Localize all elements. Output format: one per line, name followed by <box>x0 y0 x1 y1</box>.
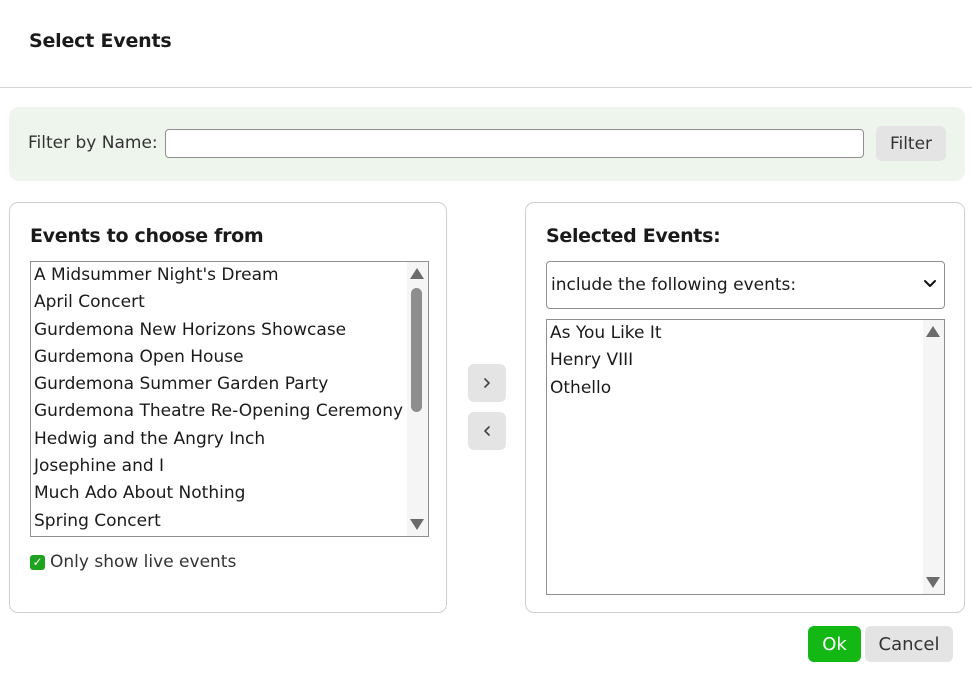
list-item[interactable]: Gurdemona Open House <box>31 344 428 371</box>
list-item[interactable]: As You Like It <box>547 320 944 347</box>
list-item[interactable]: Gurdemona New Horizons Showcase <box>31 317 428 344</box>
list-item[interactable]: Gurdemona Theatre Re-Opening Ceremony <box>31 398 428 425</box>
list-item[interactable]: Josephine and I <box>31 453 428 480</box>
scroll-up-arrow-icon[interactable] <box>926 326 940 337</box>
selected-list-scrollbar[interactable] <box>923 320 944 594</box>
list-item[interactable]: Spring Concert <box>31 508 428 535</box>
chevron-left-icon <box>484 426 490 436</box>
add-event-button[interactable] <box>468 364 506 402</box>
list-item[interactable]: A Midsummer Night's Dream <box>31 262 428 289</box>
selected-events-title: Selected Events: <box>546 225 721 247</box>
live-events-option[interactable]: ✓ Only show live events <box>30 552 236 572</box>
filter-button[interactable]: Filter <box>876 126 946 161</box>
live-events-label: Only show live events <box>50 552 237 572</box>
remove-event-button[interactable] <box>468 412 506 450</box>
event-mode-select[interactable]: include the following events: <box>546 261 945 309</box>
live-events-checkbox[interactable]: ✓ <box>30 554 45 570</box>
list-item[interactable]: Hedwig and the Angry Inch <box>31 426 428 453</box>
filter-label: Filter by Name: <box>28 133 158 153</box>
filter-bar: Filter by Name: Filter <box>9 107 965 181</box>
event-mode-value: include the following events: <box>551 275 797 295</box>
available-list-scrollbar[interactable] <box>407 262 428 536</box>
dialog-header: Select Events <box>0 0 972 88</box>
scroll-thumb[interactable] <box>411 288 422 412</box>
selected-events-panel: Selected Events: include the following e… <box>525 202 965 613</box>
available-events-list[interactable]: A Midsummer Night's Dream April Concert … <box>30 261 429 537</box>
scroll-down-arrow-icon[interactable] <box>410 519 424 530</box>
list-item[interactable]: Gurdemona Summer Garden Party <box>31 371 428 398</box>
list-item[interactable]: April Concert <box>31 289 428 316</box>
dialog-title: Select Events <box>29 30 172 52</box>
filter-name-input[interactable] <box>165 129 864 158</box>
cancel-button[interactable]: Cancel <box>865 626 953 662</box>
list-item[interactable]: Othello <box>547 375 944 402</box>
available-events-title: Events to choose from <box>30 225 264 247</box>
chevron-right-icon <box>484 378 490 388</box>
scroll-down-arrow-icon[interactable] <box>926 577 940 588</box>
available-events-panel: Events to choose from A Midsummer Night'… <box>9 202 447 613</box>
ok-button[interactable]: Ok <box>808 626 861 662</box>
list-item[interactable]: Henry VIII <box>547 347 944 374</box>
scroll-up-arrow-icon[interactable] <box>410 268 424 279</box>
chevron-down-icon <box>924 280 936 287</box>
selected-events-list[interactable]: As You Like It Henry VIII Othello <box>546 319 945 595</box>
list-item[interactable]: Much Ado About Nothing <box>31 480 428 507</box>
